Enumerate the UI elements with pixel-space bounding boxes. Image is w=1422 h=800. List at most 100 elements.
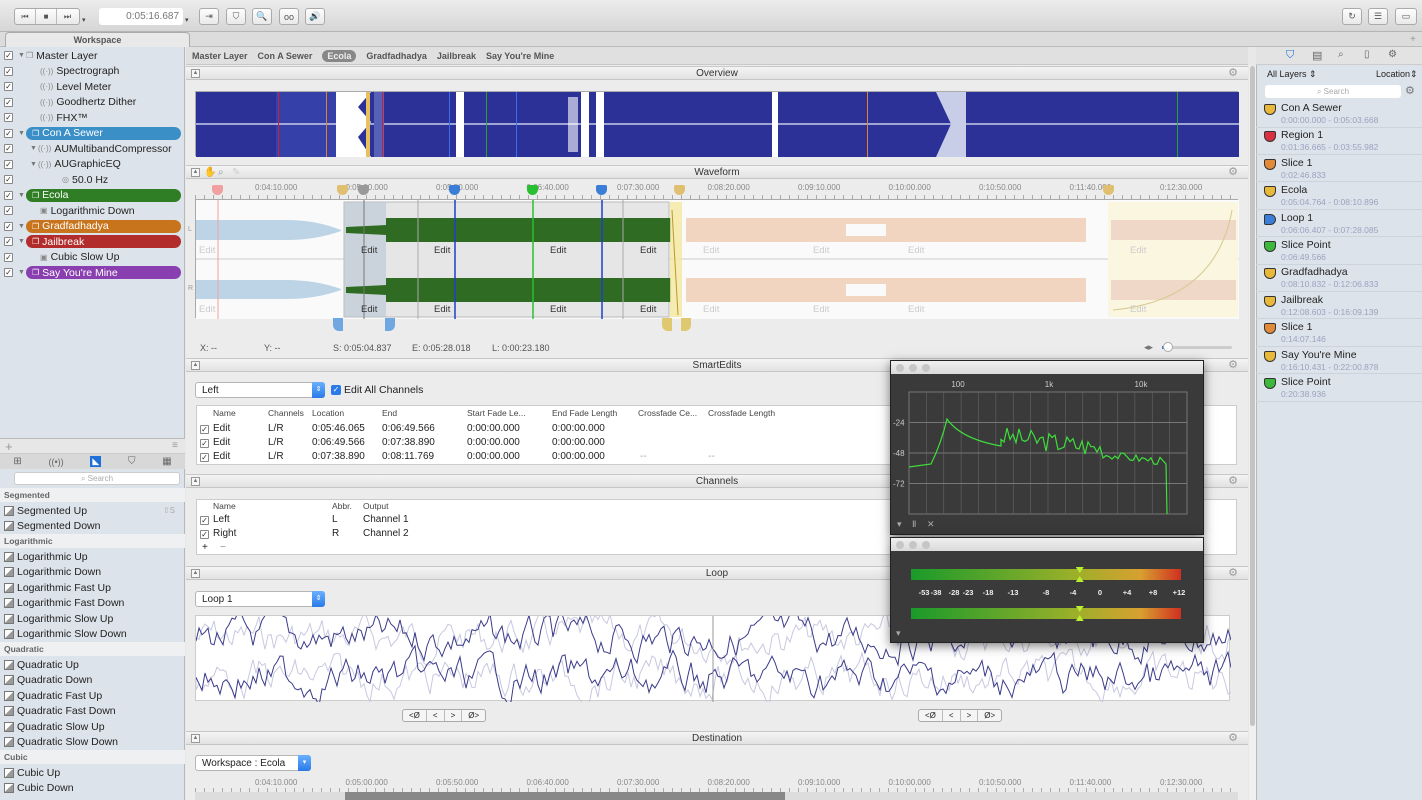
breadcrumb-item[interactable]: Master Layer [192, 51, 248, 61]
marker-item[interactable]: Loop 1 0:06:06.407 - 0:07:28.085 [1256, 210, 1422, 238]
layer-visibility-checkbox[interactable]: ✓ [4, 252, 13, 262]
window-titlebar[interactable] [891, 538, 1203, 551]
cell-location[interactable]: 0:06:49.566 [312, 437, 365, 448]
close-dot[interactable] [896, 364, 904, 372]
cell-end_fade[interactable]: 0:00:00.000 [552, 451, 605, 462]
layer-visibility-checkbox[interactable]: ✓ [4, 82, 13, 92]
fade-item[interactable]: Cubic Down [0, 781, 185, 797]
layer-row[interactable]: ✓ ▣ Cubic Slow Up [0, 250, 185, 266]
marker-item[interactable]: Slice Point 0:20:38.936 [1256, 374, 1422, 402]
cell-name[interactable]: Edit [213, 451, 230, 462]
layer-visibility-checkbox[interactable]: ✓ [4, 190, 13, 200]
close-dot[interactable] [896, 541, 904, 549]
layer-pill[interactable]: ❐ Ecola [26, 188, 181, 202]
fade-item[interactable]: Quadratic Slow Up [0, 719, 185, 735]
settings-tab-icon[interactable]: ⚙ [1388, 49, 1397, 60]
fade-item[interactable]: Segmented Up ⇧S [0, 503, 185, 519]
cell-abbr[interactable]: L [332, 514, 338, 525]
cell-xfade_len[interactable]: -- [708, 451, 715, 462]
column-header[interactable]: Crossfade Length [708, 408, 775, 418]
markers-tab-icon[interactable]: ⛉ [1286, 49, 1294, 62]
marker-button[interactable]: ⛉ [226, 8, 246, 25]
zoom-dot[interactable] [922, 541, 930, 549]
edit-label[interactable]: Edit [434, 245, 450, 256]
disclosure-triangle-icon[interactable]: ▼ [30, 161, 38, 168]
collapse-icon[interactable]: ▲ [191, 361, 200, 370]
disclosure-triangle-icon[interactable]: ▼ [18, 52, 26, 59]
add-channel-button[interactable]: + [202, 542, 208, 553]
gear-icon[interactable]: ⚙ [1228, 732, 1238, 745]
column-header[interactable]: Location [312, 408, 344, 418]
layer-pill[interactable]: ❐ Say You're Mine [26, 266, 181, 280]
collapse-icon[interactable]: ▲ [191, 569, 200, 578]
edit-label[interactable]: Edit [361, 245, 377, 256]
cell-name[interactable]: Edit [213, 423, 230, 434]
layer-row[interactable]: ✓ ▣ Logarithmic Down [0, 203, 185, 219]
fade-item[interactable]: Quadratic Up [0, 657, 185, 673]
layer-visibility-checkbox[interactable]: ✓ [4, 159, 13, 169]
marker-flag-icon[interactable] [596, 185, 607, 195]
cell-name[interactable]: Edit [213, 437, 230, 448]
layer-visibility-checkbox[interactable]: ✓ [4, 51, 13, 61]
layer-pill[interactable]: ❐ Jailbreak [26, 235, 181, 249]
fade-item[interactable]: Quadratic Down [0, 673, 185, 689]
gear-icon[interactable]: ⚙ [1228, 166, 1238, 179]
layer-row[interactable]: ✓ ▼ ❐ Jailbreak [0, 234, 185, 250]
layer-row[interactable]: ✓ ((·)) Goodhertz Dither [0, 95, 185, 111]
marker-search-input[interactable]: ⌕ Search [1265, 85, 1401, 98]
collapse-icon[interactable]: ▾ [897, 519, 902, 529]
fade-item[interactable]: Logarithmic Slow Down [0, 627, 185, 643]
fade-item[interactable]: Logarithmic Fast Down [0, 596, 185, 612]
layer-pill[interactable]: ❐ Con A Sewer [26, 126, 181, 140]
breadcrumb-item[interactable]: Gradfadhadya [366, 51, 427, 61]
row-checkbox[interactable]: ✓ [200, 453, 209, 462]
refresh-button[interactable]: ↻ [1342, 8, 1362, 25]
add-layer-icon[interactable]: + [5, 439, 13, 454]
layer-visibility-checkbox[interactable]: ✓ [4, 97, 13, 107]
speaker-button[interactable]: 🔊 [305, 8, 325, 25]
scrollbar-thumb[interactable] [1250, 66, 1255, 726]
layer-row[interactable]: ✓ ▼ ((·)) AUGraphicEQ [0, 157, 185, 173]
column-header[interactable]: End [382, 408, 397, 418]
marker-item[interactable]: Jailbreak 0:12:08.603 - 0:16:09.139 [1256, 292, 1422, 320]
cell-output[interactable]: Channel 2 [363, 528, 409, 539]
disclosure-triangle-icon[interactable]: ▼ [18, 192, 26, 199]
skip-back-button[interactable]: ⏮ [15, 9, 36, 24]
pause-icon[interactable]: Ⅱ [912, 519, 916, 529]
breadcrumb-item[interactable]: Say You're Mine [486, 51, 554, 61]
cell-location[interactable]: 0:07:38.890 [312, 451, 365, 462]
destination-ruler[interactable]: 0:04:10.000 0:05:00.000 0:05:50.000 0:06:40… [195, 778, 1238, 792]
stop-button[interactable]: ■ [36, 9, 57, 24]
column-header[interactable]: Name [213, 501, 236, 511]
list-button[interactable]: ☰ [1368, 8, 1388, 25]
layer-row[interactable]: ✓ ((·)) Spectrograph [0, 64, 185, 80]
markers-tab-icon[interactable]: ⛉ [128, 456, 136, 467]
cell-end_fade[interactable]: 0:00:00.000 [552, 437, 605, 448]
loop-end-zero-left-button[interactable]: <Ø [919, 710, 943, 721]
tab-workspace[interactable]: Workspace [5, 32, 190, 47]
cell-end[interactable]: 0:08:11.769 [382, 451, 434, 462]
edit-label[interactable]: Edit [640, 245, 656, 256]
cell-output[interactable]: Channel 1 [363, 514, 409, 525]
collapse-icon[interactable]: ▲ [191, 168, 200, 177]
drive-button[interactable]: ▭ [1395, 8, 1417, 25]
disclosure-triangle-icon[interactable]: ▼ [18, 238, 26, 245]
fade-item[interactable]: Quadratic Slow Down [0, 735, 185, 751]
layer-visibility-checkbox[interactable]: ✓ [4, 66, 13, 76]
disclosure-triangle-icon[interactable]: ▼ [18, 269, 26, 276]
layer-pill[interactable]: ❐ Gradfadhadya [26, 219, 181, 233]
cell-channels[interactable]: L/R [268, 423, 284, 434]
plugins-tab-icon[interactable]: ⊞ [13, 456, 21, 467]
row-checkbox[interactable]: ✓ [200, 425, 209, 434]
column-header[interactable]: Name [213, 408, 236, 418]
level-meter-window[interactable]: -53 -38 -28 -23 -18 -13 -8 -4 0 +4 +8 +12 ▾ [890, 537, 1204, 643]
marker-item[interactable]: Ecola 0:05:04.764 - 0:08:10.896 [1256, 182, 1422, 210]
collapse-icon[interactable]: ▲ [191, 734, 200, 743]
fade-item[interactable]: Segmented Down [0, 519, 185, 535]
close-icon[interactable]: ✕ [927, 519, 935, 529]
zoom-tool-icon[interactable]: ⌕ [218, 166, 224, 179]
gear-icon[interactable]: ⚙ [1228, 475, 1238, 488]
sidebar-menu-icon[interactable]: ≡ [172, 440, 178, 451]
marker-item[interactable]: Region 1 0:01:36.665 - 0:03:55.982 [1256, 127, 1422, 155]
zoom-slider-knob[interactable] [1163, 342, 1173, 352]
